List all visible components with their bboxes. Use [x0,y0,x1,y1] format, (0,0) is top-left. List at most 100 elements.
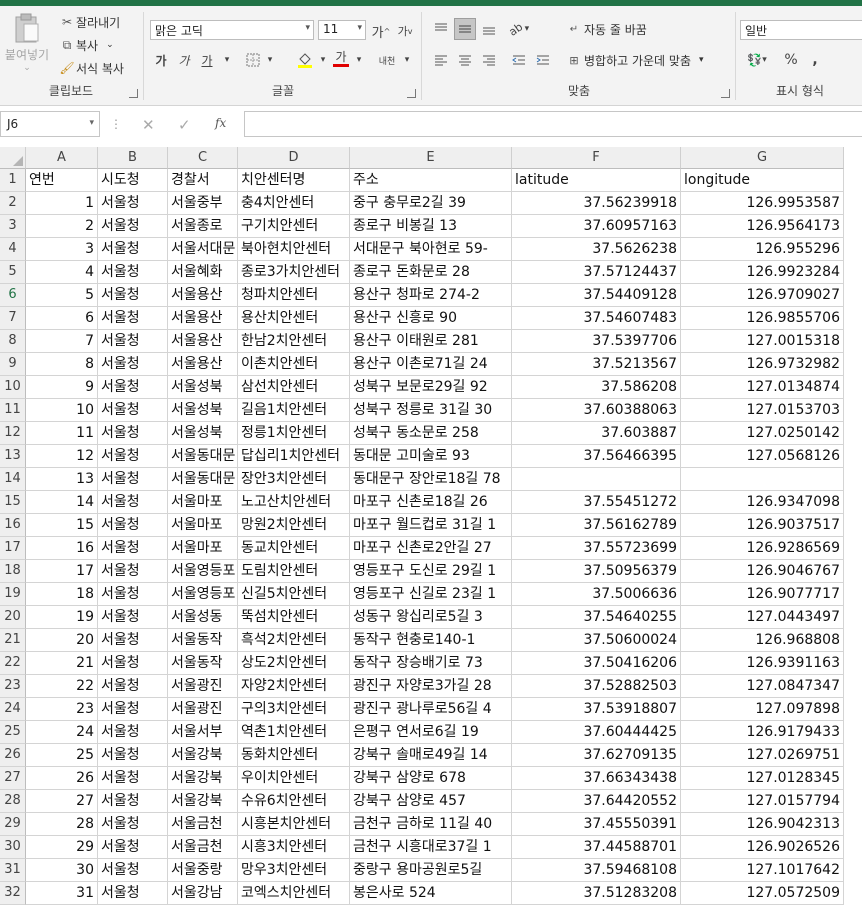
cancel-icon[interactable]: ✕ [142,116,155,134]
cell-e1[interactable]: 주소 [350,169,512,192]
cell-a7[interactable]: 6 [26,307,98,330]
cell-g4[interactable]: 126.955296 [681,238,844,261]
column-header-e[interactable]: E [350,147,512,169]
row-header[interactable]: 27 [0,767,26,790]
cell-g29[interactable]: 126.9042313 [681,813,844,836]
cell-d22[interactable]: 상도2치안센터 [238,652,350,675]
cell-f15[interactable]: 37.55451272 [512,491,681,514]
cell-a19[interactable]: 18 [26,583,98,606]
cell-a29[interactable]: 28 [26,813,98,836]
orientation-button[interactable]: ab ▾ [506,18,530,40]
clipboard-dialog-launcher[interactable] [129,89,138,98]
cell-a28[interactable]: 27 [26,790,98,813]
cell-g30[interactable]: 126.9026526 [681,836,844,859]
cell-f17[interactable]: 37.55723699 [512,537,681,560]
cell-d5[interactable]: 종로3가치안센터 [238,261,350,284]
row-header[interactable]: 18 [0,560,26,583]
cell-b19[interactable]: 서울청 [98,583,168,606]
cell-e3[interactable]: 종로구 비봉길 13 [350,215,512,238]
cell-b28[interactable]: 서울청 [98,790,168,813]
cell-e18[interactable]: 영등포구 도신로 29길 1 [350,560,512,583]
cell-b14[interactable]: 서울청 [98,468,168,491]
font-size-select[interactable]: 11 ▾ [318,20,366,40]
cell-d6[interactable]: 청파치안센터 [238,284,350,307]
italic-button[interactable]: 가 [173,49,195,71]
cell-a4[interactable]: 3 [26,238,98,261]
cell-e21[interactable]: 동작구 현충로140-1 [350,629,512,652]
cell-f22[interactable]: 37.50416206 [512,652,681,675]
increase-indent-button[interactable] [532,49,554,71]
cell-f8[interactable]: 37.5397706 [512,330,681,353]
cell-e15[interactable]: 마포구 신촌로18길 26 [350,491,512,514]
wrap-text-button[interactable]: ↵ 자동 줄 바꿈 [564,19,647,39]
cell-f24[interactable]: 37.53918807 [512,698,681,721]
cell-c28[interactable]: 서울강북 [168,790,238,813]
cell-g19[interactable]: 126.9077717 [681,583,844,606]
name-box[interactable]: J6 ▾ [0,111,100,137]
row-header[interactable]: 20 [0,606,26,629]
cell-g2[interactable]: 126.9953587 [681,192,844,215]
cell-e4[interactable]: 서대문구 북아현로 59- [350,238,512,261]
cell-f28[interactable]: 37.64420552 [512,790,681,813]
cell-f26[interactable]: 37.62709135 [512,744,681,767]
row-header[interactable]: 2 [0,192,26,215]
cell-g8[interactable]: 127.0015318 [681,330,844,353]
cell-e13[interactable]: 동대문 고미술로 93 [350,445,512,468]
cell-f10[interactable]: 37.586208 [512,376,681,399]
cell-e14[interactable]: 동대문구 장안로18길 78 [350,468,512,491]
cell-d16[interactable]: 망원2치안센터 [238,514,350,537]
row-header[interactable]: 26 [0,744,26,767]
cell-a13[interactable]: 12 [26,445,98,468]
cell-c18[interactable]: 서울영등포 [168,560,238,583]
cell-d20[interactable]: 뚝섬치안센터 [238,606,350,629]
bold-button[interactable]: 가 [150,49,172,71]
cell-e9[interactable]: 용산구 이촌로71길 24 [350,353,512,376]
cell-g9[interactable]: 126.9732982 [681,353,844,376]
cell-d4[interactable]: 북아현치안센터 [238,238,350,261]
shrink-font-button[interactable]: 가v [394,20,416,42]
column-header-c[interactable]: C [168,147,238,169]
paste-button[interactable]: 붙여넣기 ⌄ [4,12,50,82]
cell-e19[interactable]: 영등포구 신길로 23길 1 [350,583,512,606]
cell-d2[interactable]: 충4치안센터 [238,192,350,215]
cell-g32[interactable]: 127.0572509 [681,882,844,905]
cell-c22[interactable]: 서울동작 [168,652,238,675]
cell-c1[interactable]: 경찰서 [168,169,238,192]
cell-g11[interactable]: 127.0153703 [681,399,844,422]
column-header-f[interactable]: F [512,147,681,169]
phonetic-dropdown[interactable]: ▾ [396,49,418,71]
cell-b9[interactable]: 서울청 [98,353,168,376]
cell-c14[interactable]: 서울동대문 [168,468,238,491]
cell-b10[interactable]: 서울청 [98,376,168,399]
cell-c5[interactable]: 서울혜화 [168,261,238,284]
cell-e30[interactable]: 금천구 시흥대로37길 1 [350,836,512,859]
cell-g21[interactable]: 126.968808 [681,629,844,652]
cell-f27[interactable]: 37.66343438 [512,767,681,790]
row-header[interactable]: 29 [0,813,26,836]
row-header[interactable]: 24 [0,698,26,721]
align-middle-button[interactable] [454,18,476,40]
cell-g10[interactable]: 127.0134874 [681,376,844,399]
cell-b12[interactable]: 서울청 [98,422,168,445]
format-painter-button[interactable]: 🖌 서식 복사 [58,58,124,78]
cell-b24[interactable]: 서울청 [98,698,168,721]
row-header[interactable]: 16 [0,514,26,537]
cell-c23[interactable]: 서울광진 [168,675,238,698]
cell-f18[interactable]: 37.50956379 [512,560,681,583]
column-header-b[interactable]: B [98,147,168,169]
font-dialog-launcher[interactable] [407,89,416,98]
percent-button[interactable]: % [780,49,802,71]
cell-d28[interactable]: 수유6치안센터 [238,790,350,813]
cell-g1[interactable]: longitude [681,169,844,192]
cell-c3[interactable]: 서울종로 [168,215,238,238]
cell-g25[interactable]: 126.9179433 [681,721,844,744]
cell-e20[interactable]: 성동구 왕십리로5길 3 [350,606,512,629]
cell-a15[interactable]: 14 [26,491,98,514]
grow-font-button[interactable]: 가 ^ [370,20,392,42]
cell-g14[interactable] [681,468,844,491]
cell-c8[interactable]: 서울용산 [168,330,238,353]
cell-f23[interactable]: 37.52882503 [512,675,681,698]
row-header[interactable]: 12 [0,422,26,445]
cell-g22[interactable]: 126.9391163 [681,652,844,675]
cell-e2[interactable]: 중구 충무로2길 39 [350,192,512,215]
